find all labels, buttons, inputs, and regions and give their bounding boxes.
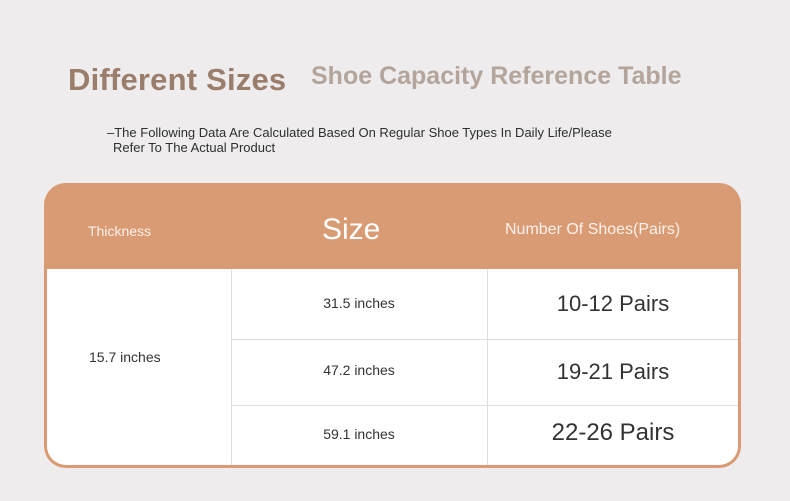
note-line-2: Refer To The Actual Product bbox=[113, 140, 276, 155]
pairs-cell: 10-12 Pairs bbox=[556, 291, 670, 316]
size-cell: 47.2 inches bbox=[323, 362, 395, 378]
page-subtitle: Shoe Capacity Reference Table bbox=[311, 62, 682, 90]
size-cell: 31.5 inches bbox=[323, 295, 395, 311]
header-size: Size bbox=[322, 213, 381, 246]
pairs-cell: 22-26 Pairs bbox=[551, 419, 675, 446]
size-cell: 59.1 inches bbox=[323, 426, 395, 442]
note-text: –The Following Data Are Calculated Based… bbox=[107, 125, 667, 155]
page-title: Different Sizes bbox=[68, 62, 287, 97]
table-body: 15.7 inches 31.5 inches 10-12 Pairs 47.2… bbox=[47, 269, 738, 465]
table-header: Thickness Size Number Of Shoes(Pairs) bbox=[44, 183, 741, 269]
header-thickness: Thickness bbox=[88, 223, 152, 239]
header-number-of-shoes: Number Of Shoes(Pairs) bbox=[505, 221, 681, 238]
row-divider bbox=[231, 405, 738, 406]
capacity-table: Thickness Size Number Of Shoes(Pairs) 15… bbox=[44, 183, 741, 468]
row-divider bbox=[231, 339, 738, 340]
thickness-value: 15.7 inches bbox=[89, 349, 161, 365]
note-line-1: The Following Data Are Calculated Based … bbox=[114, 125, 612, 140]
pairs-cell: 19-21 Pairs bbox=[556, 359, 670, 384]
